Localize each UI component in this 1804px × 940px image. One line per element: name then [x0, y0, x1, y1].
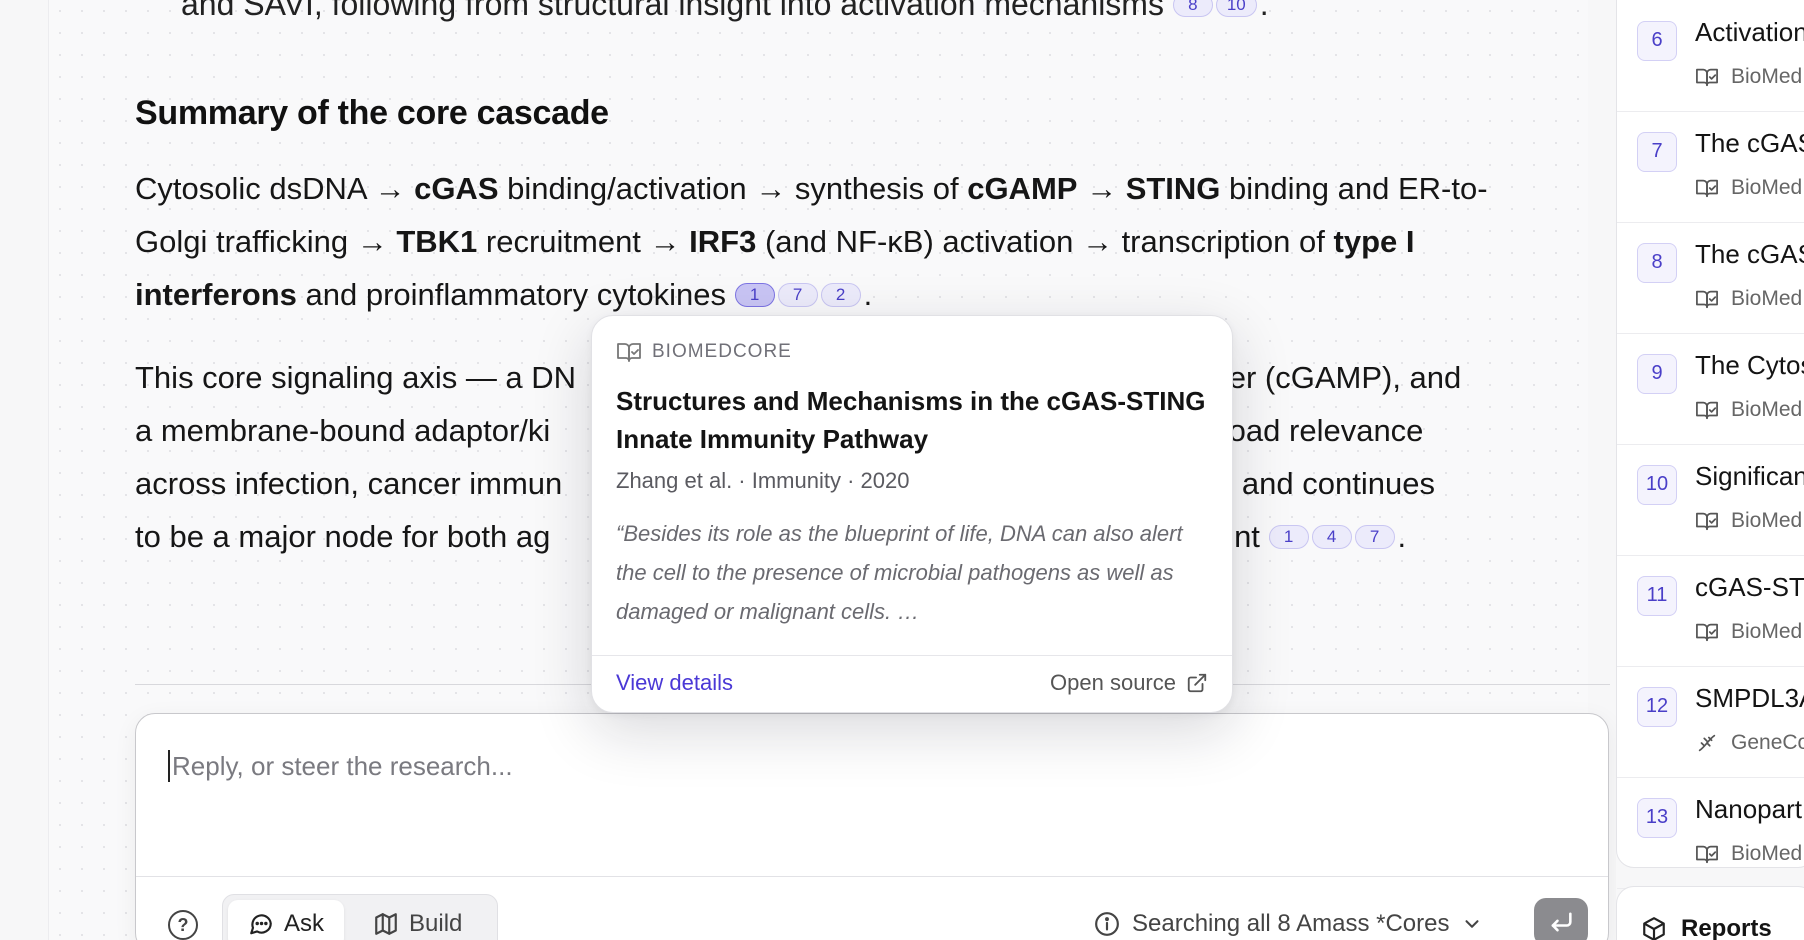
- citation-chip[interactable]: 8: [1172, 0, 1213, 17]
- source-kind: BioMed: [1695, 176, 1802, 200]
- source-title: Activation: [1695, 17, 1804, 47]
- source-title: Significan: [1695, 461, 1804, 491]
- citation-chip[interactable]: 7: [1354, 525, 1395, 549]
- source-item[interactable]: 7 The cGAS BioMed: [1617, 112, 1804, 223]
- reply-composer: Reply, or steer the research... ? Ask Bu…: [135, 713, 1609, 940]
- source-number: 6: [1637, 21, 1677, 61]
- book-icon: [1695, 621, 1719, 643]
- open-source-link[interactable]: Open source: [1050, 670, 1208, 696]
- book-icon: [1695, 177, 1719, 199]
- search-scope-dropdown[interactable]: Searching all 8 Amass *Cores: [1094, 910, 1483, 938]
- source-kind: GeneCo: [1695, 731, 1804, 755]
- source-kind: BioMed: [1695, 509, 1802, 533]
- map-icon: [373, 911, 399, 937]
- source-number: 8: [1637, 243, 1677, 283]
- citation-chip[interactable]: 2: [820, 283, 861, 307]
- composer-separator: [136, 876, 1608, 877]
- source-item[interactable]: 8 The cGAS BioMed: [1617, 223, 1804, 334]
- source-number: 13: [1637, 798, 1677, 838]
- citation-chip[interactable]: 7: [777, 283, 818, 307]
- dna-icon: [1695, 732, 1719, 754]
- sources-list: 6 Activation BioMed 7 The cGAS BioMed 8 The cGA…: [1616, 0, 1804, 889]
- book-icon: [1695, 288, 1719, 310]
- cube-icon: [1641, 916, 1667, 940]
- citation-chip-active[interactable]: 1: [734, 283, 775, 307]
- source-title: The Cytos: [1695, 350, 1804, 380]
- popover-quote: “Besides its role as the blueprint of li…: [616, 521, 1183, 624]
- source-number: 11: [1637, 576, 1677, 616]
- enter-arrow-icon: [1547, 908, 1575, 936]
- cascade-paragraph: Cytosolic dsDNA → cGAS binding/activatio…: [135, 171, 1488, 312]
- source-number: 7: [1637, 132, 1677, 172]
- source-item[interactable]: 13 Nanopart BioMed: [1617, 778, 1804, 889]
- chat-bubble-icon: [248, 911, 274, 937]
- chevron-down-icon: [1461, 913, 1483, 935]
- mode-build-button[interactable]: Build: [353, 900, 482, 940]
- book-icon: [1695, 510, 1719, 532]
- reports-section[interactable]: Reports: [1616, 886, 1804, 940]
- source-title: The cGAS: [1695, 239, 1804, 269]
- source-number: 10: [1637, 465, 1677, 505]
- source-item[interactable]: 6 Activation BioMed: [1617, 1, 1804, 112]
- info-icon: [1094, 911, 1120, 937]
- sources-sidebar: 6 Activation BioMed 7 The cGAS BioMed 8 The cGA…: [1616, 0, 1804, 940]
- send-button[interactable]: [1534, 898, 1588, 940]
- source-kind: BioMed: [1695, 398, 1802, 422]
- citation-chip[interactable]: 4: [1311, 525, 1352, 549]
- book-icon: [1695, 399, 1719, 421]
- source-item[interactable]: 9 The Cytos BioMed: [1617, 334, 1804, 445]
- source-kind: BioMed: [1695, 65, 1802, 89]
- source-item[interactable]: 10 Significan BioMed: [1617, 445, 1804, 556]
- main-panel: and SAVI, following from structural insi…: [48, 0, 1610, 940]
- source-title: SMPDL3A: [1695, 683, 1804, 713]
- reply-input[interactable]: Reply, or steer the research...: [168, 750, 513, 782]
- source-kind: BioMed: [1695, 620, 1802, 644]
- mode-toggle: Ask Build: [222, 894, 498, 940]
- popover-separator: [592, 655, 1232, 656]
- mode-ask-button[interactable]: Ask: [228, 900, 345, 940]
- citation-chip[interactable]: 10: [1215, 0, 1257, 17]
- popover-meta: Zhang et al. · Immunity · 2020: [616, 468, 910, 493]
- popover-source: BIOMEDCORE: [616, 340, 792, 364]
- source-kind: BioMed: [1695, 287, 1802, 311]
- cut-off-line: and SAVI, following from structural insi…: [181, 0, 1269, 23]
- book-icon: [1695, 66, 1719, 88]
- source-number: 9: [1637, 354, 1677, 394]
- view-details-link[interactable]: View details: [616, 670, 733, 696]
- source-item[interactable]: 11 cGAS-ST BioMed: [1617, 556, 1804, 667]
- section-heading: Summary of the core cascade: [135, 94, 609, 132]
- source-title: Nanopart: [1695, 794, 1802, 824]
- citation-chip[interactable]: 1: [1268, 525, 1309, 549]
- source-number: 12: [1637, 687, 1677, 727]
- help-button[interactable]: ?: [168, 910, 198, 940]
- book-icon: [1695, 843, 1719, 865]
- book-icon: [616, 340, 642, 364]
- citation-popover: BIOMEDCORE Structures and Mechanisms in …: [591, 315, 1233, 713]
- source-item[interactable]: 12 SMPDL3A GeneCo: [1617, 667, 1804, 778]
- external-link-icon: [1186, 672, 1208, 694]
- source-title: cGAS-ST: [1695, 572, 1804, 602]
- source-kind: BioMed: [1695, 842, 1802, 866]
- popover-title: Structures and Mechanisms in the cGAS-ST…: [616, 386, 1206, 454]
- source-title: The cGAS: [1695, 128, 1804, 158]
